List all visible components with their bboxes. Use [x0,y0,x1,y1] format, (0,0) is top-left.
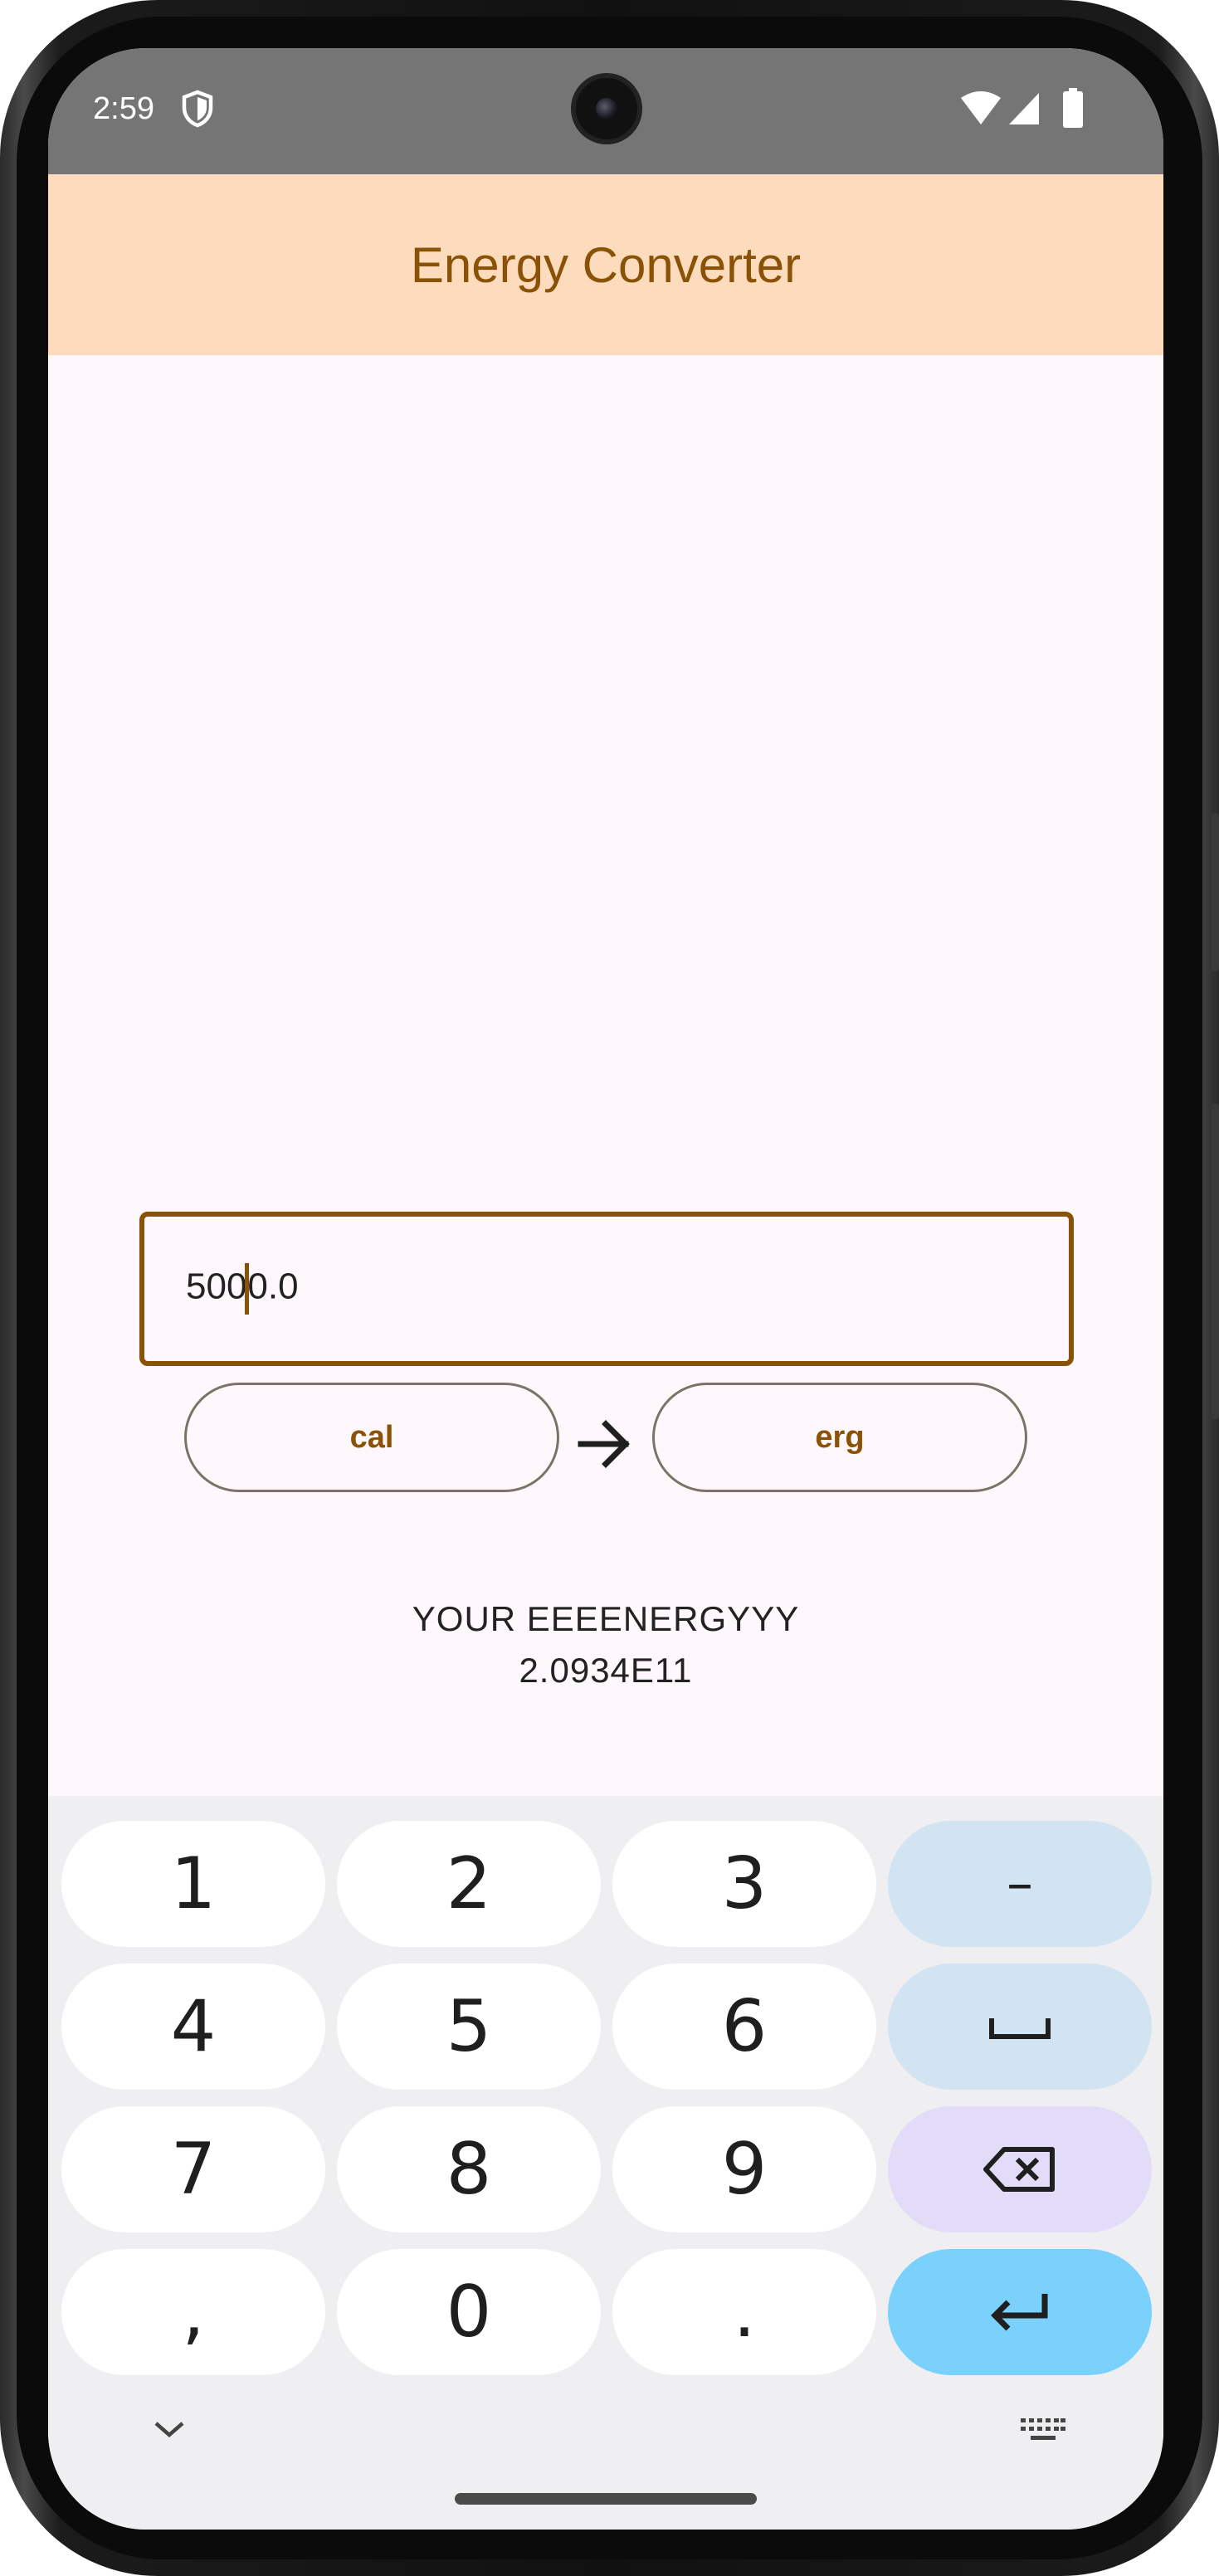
space-icon [989,2018,1051,2039]
key-comma-label: , [182,2271,205,2354]
result-label: YOUR EEEENERGYYY [412,1599,800,1638]
signal-icon [1009,93,1039,124]
status-time: 2:59 [93,91,154,126]
key-minus[interactable]: – [888,1821,1152,1947]
key-5-label: 5 [446,1985,492,2068]
key-2[interactable]: 2 [337,1821,601,1947]
input-text-before-caret: 500 [186,1266,247,1307]
wifi-icon [961,91,1001,124]
key-period-label: . [733,2271,756,2354]
key-8[interactable]: 8 [337,2106,601,2232]
key-3-label: 3 [721,1842,768,1925]
home-indicator[interactable] [455,2493,757,2505]
key-backspace[interactable] [888,2106,1152,2232]
battery-icon [1063,88,1083,128]
key-minus-label: – [1007,1853,1033,1915]
key-9-label: 9 [721,2128,768,2211]
backspace-icon [983,2147,1055,2192]
status-bar: 2:59 [48,48,1163,174]
volume-button [1212,813,1219,971]
key-0-label: 0 [446,2271,492,2354]
from-unit-button[interactable]: cal [184,1383,559,1492]
key-8-label: 8 [446,2128,492,2211]
power-button [1212,1104,1219,1419]
key-comma[interactable]: , [61,2249,325,2375]
numeric-keyboard: 1 2 3 – 4 5 6 7 8 9 , 0 . [48,1796,1163,2530]
key-6-label: 6 [721,1985,768,2068]
key-4-label: 4 [170,1985,217,2068]
key-9[interactable]: 9 [612,2106,876,2232]
keyboard-icon[interactable] [1019,2417,1067,2445]
enter-icon [991,2294,1048,2331]
app-bar: Energy Converter [48,174,1163,355]
from-unit-label: cal [349,1419,394,1455]
key-0[interactable]: 0 [337,2249,601,2375]
energy-input-field[interactable]: 5000.0 [139,1212,1074,1366]
key-period[interactable]: . [612,2249,876,2375]
chevron-down-icon[interactable] [153,2418,186,2440]
result-value: 2.0934E11 [519,1651,693,1690]
key-1[interactable]: 1 [61,1821,325,1947]
app-title: Energy Converter [410,237,802,293]
key-6[interactable]: 6 [612,1964,876,2090]
arrow-right-icon [578,1420,630,1468]
shield-icon [182,90,213,128]
key-7-label: 7 [170,2128,217,2211]
to-unit-button[interactable]: erg [652,1383,1027,1492]
key-7[interactable]: 7 [61,2106,325,2232]
screen: 2:59 Energy Converter 5000.0 cal erg YOU… [48,48,1163,2530]
input-text-after-caret: 0.0 [247,1266,299,1307]
key-enter[interactable] [888,2249,1152,2375]
key-space[interactable] [888,1964,1152,2090]
camera-lens [596,98,617,120]
energy-input-value: 5000.0 [186,1263,299,1315]
key-4[interactable]: 4 [61,1964,325,2090]
front-camera [571,73,642,144]
key-2-label: 2 [446,1842,492,1925]
result-block: YOUR EEEENERGYYY 2.0934E11 [48,1593,1163,1696]
key-5[interactable]: 5 [337,1964,601,2090]
key-3[interactable]: 3 [612,1821,876,1947]
to-unit-label: erg [815,1419,865,1455]
key-1-label: 1 [170,1842,217,1925]
